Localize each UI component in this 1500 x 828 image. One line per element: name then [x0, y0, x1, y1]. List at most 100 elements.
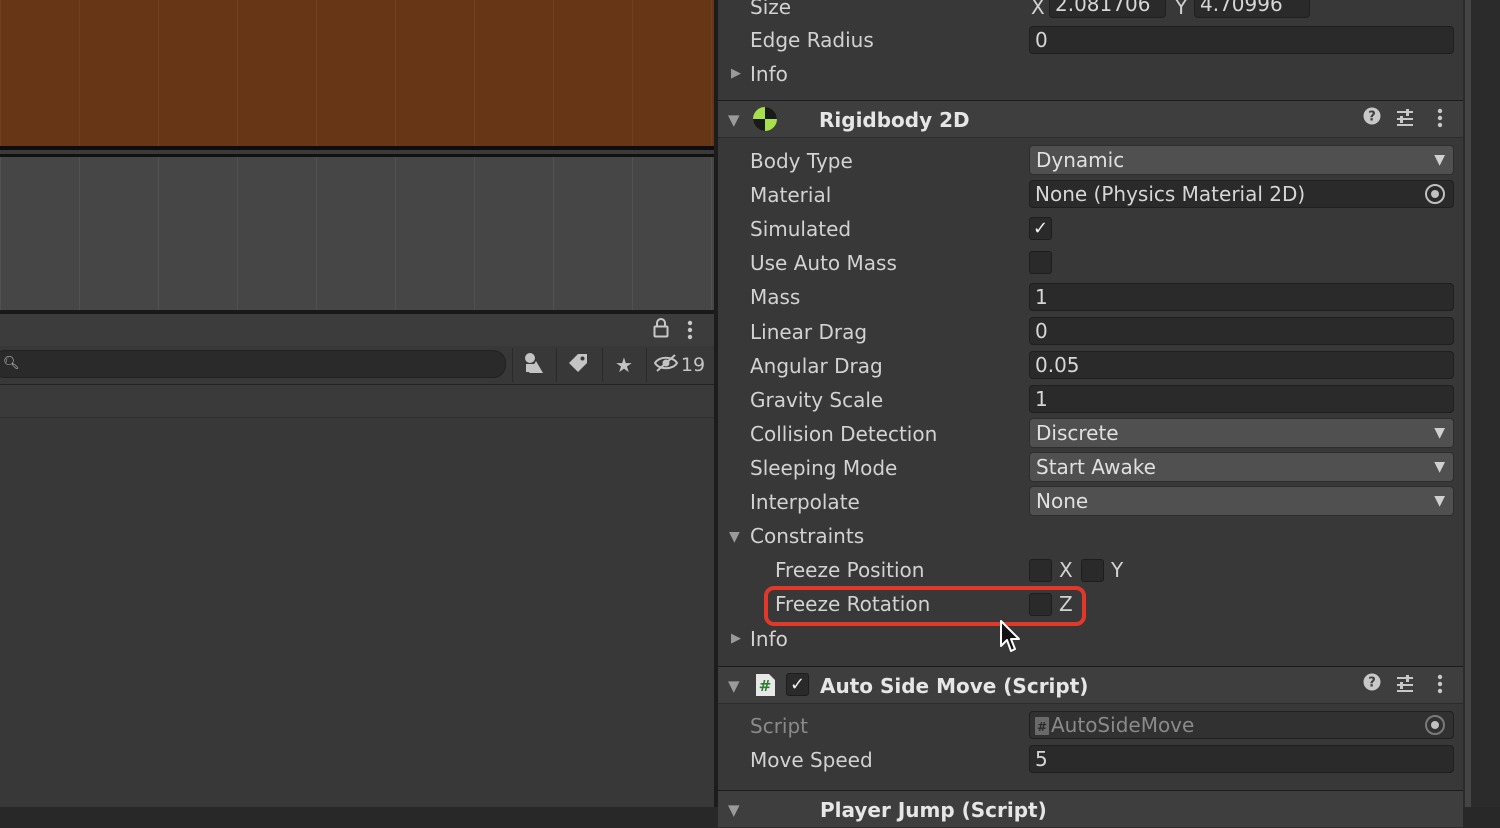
- chevron-down-icon[interactable]: ▼: [728, 677, 740, 695]
- size-x-label: X: [1031, 0, 1045, 19]
- eye-slash-icon: [653, 353, 679, 378]
- component-menu-icon[interactable]: [1436, 673, 1444, 700]
- rigidbody2d-title: Rigidbody 2D: [819, 108, 970, 132]
- dropdown-arrow-icon: ▼: [1434, 425, 1445, 441]
- script-icon: #: [754, 673, 776, 701]
- constraints-foldout[interactable]: Constraints: [750, 524, 864, 548]
- rigidbody-info-foldout[interactable]: Info: [750, 627, 788, 651]
- body-type-label: Body Type: [750, 149, 853, 173]
- freeze-position-y-label: Y: [1111, 558, 1124, 582]
- interpolate-value: None: [1036, 489, 1089, 513]
- interpolate-dropdown[interactable]: None ▼: [1029, 486, 1454, 516]
- help-icon[interactable]: ?: [1363, 107, 1381, 130]
- mass-label: Mass: [750, 285, 801, 309]
- simulated-label: Simulated: [750, 217, 852, 241]
- svg-text:#: #: [1037, 720, 1047, 734]
- hierarchy-toolbar: 🔍︎ ★ 19: [0, 346, 714, 385]
- presets-icon[interactable]: [1395, 673, 1415, 698]
- rigidbody2d-header[interactable]: ▼ Rigidbody 2D ?: [718, 100, 1463, 138]
- more-options-icon[interactable]: [686, 319, 694, 345]
- search-icon: 🔍︎: [3, 356, 20, 371]
- freeze-rotation-highlight: [764, 586, 1086, 626]
- hierarchy-subheader: [0, 385, 714, 418]
- material-value: None (Physics Material 2D): [1035, 182, 1306, 206]
- dropdown-arrow-icon: ▼: [1434, 459, 1445, 475]
- size-y-label: Y: [1175, 0, 1188, 19]
- freeze-position-y-checkbox[interactable]: [1081, 559, 1104, 582]
- dropdown-arrow-icon: ▼: [1434, 493, 1445, 509]
- filter-by-label-button[interactable]: [556, 348, 599, 382]
- svg-text:?: ?: [1368, 676, 1376, 691]
- help-icon[interactable]: ?: [1363, 673, 1381, 696]
- object-picker-icon[interactable]: [1425, 715, 1445, 735]
- body-type-value: Dynamic: [1036, 148, 1125, 172]
- rigidbody-icon: [752, 106, 778, 136]
- dropdown-arrow-icon: ▼: [1434, 152, 1445, 168]
- freeze-position-x-label: X: [1059, 558, 1073, 582]
- gravity-scale-label: Gravity Scale: [750, 388, 884, 412]
- tag-icon: [567, 352, 589, 379]
- size-label: Size: [750, 0, 792, 19]
- script-label: Script: [750, 714, 809, 738]
- scene-view[interactable]: [0, 0, 714, 310]
- linear-drag-field[interactable]: 0: [1029, 317, 1454, 345]
- chevron-down-icon[interactable]: ▼: [728, 111, 740, 129]
- constraints-foldout-icon[interactable]: ▼: [729, 529, 740, 545]
- auto-side-move-enabled-checkbox[interactable]: ✓: [786, 673, 809, 696]
- collision-detection-label: Collision Detection: [750, 422, 938, 446]
- sleeping-mode-dropdown[interactable]: Start Awake ▼: [1029, 452, 1454, 482]
- size-y-field[interactable]: 4.70996: [1194, 0, 1310, 18]
- ground-sprite: [0, 0, 714, 146]
- filter-by-type-button[interactable]: [512, 348, 555, 382]
- hierarchy-list[interactable]: [0, 418, 714, 807]
- star-icon: ★: [615, 353, 633, 377]
- mass-field[interactable]: 1: [1029, 283, 1454, 311]
- hidden-objects-button[interactable]: 19: [646, 348, 711, 382]
- lock-icon[interactable]: [653, 318, 669, 343]
- player-jump-header[interactable]: ▼ Player Jump (Script): [718, 790, 1463, 828]
- chevron-down-icon[interactable]: ▼: [728, 801, 740, 819]
- mouse-cursor-icon: [1000, 620, 1022, 658]
- simulated-checkbox[interactable]: ✓: [1029, 217, 1052, 240]
- object-picker-icon[interactable]: [1425, 184, 1445, 204]
- hidden-count: 19: [680, 354, 706, 376]
- collision-detection-dropdown[interactable]: Discrete ▼: [1029, 418, 1454, 448]
- edge-radius-field[interactable]: 0: [1029, 26, 1454, 54]
- player-jump-title: Player Jump (Script): [820, 798, 1047, 822]
- favorites-button[interactable]: ★: [602, 348, 645, 382]
- use-auto-mass-checkbox[interactable]: [1029, 251, 1052, 274]
- collision-detection-value: Discrete: [1036, 421, 1119, 445]
- edge-radius-label: Edge Radius: [750, 28, 874, 52]
- shapes-icon: [523, 352, 545, 379]
- info-foldout-arrow-icon[interactable]: ▶: [731, 66, 741, 81]
- inspector-scrollbar[interactable]: [1463, 0, 1500, 807]
- sleeping-mode-value: Start Awake: [1036, 455, 1156, 479]
- auto-side-move-title: Auto Side Move (Script): [820, 674, 1089, 698]
- move-speed-field[interactable]: 5: [1029, 745, 1454, 773]
- move-speed-label: Move Speed: [750, 748, 873, 772]
- sleeping-mode-label: Sleeping Mode: [750, 456, 898, 480]
- material-field[interactable]: None (Physics Material 2D): [1029, 180, 1454, 208]
- angular-drag-label: Angular Drag: [750, 354, 883, 378]
- auto-side-move-header[interactable]: ▼ # ✓ Auto Side Move (Script) ?: [718, 666, 1463, 704]
- script-value: AutoSideMove: [1051, 713, 1195, 737]
- component-menu-icon[interactable]: [1436, 107, 1444, 134]
- use-auto-mass-label: Use Auto Mass: [750, 251, 897, 275]
- interpolate-label: Interpolate: [750, 490, 860, 514]
- linear-drag-label: Linear Drag: [750, 320, 868, 344]
- gravity-scale-field[interactable]: 1: [1029, 385, 1454, 413]
- body-type-dropdown[interactable]: Dynamic ▼: [1029, 145, 1454, 175]
- scene-grid: [0, 157, 714, 310]
- angular-drag-field[interactable]: 0.05: [1029, 351, 1454, 379]
- collider-info-foldout[interactable]: Info: [750, 62, 788, 86]
- script-field[interactable]: # AutoSideMove: [1029, 711, 1454, 739]
- material-label: Material: [750, 183, 832, 207]
- size-x-field[interactable]: 2.081706: [1049, 0, 1166, 18]
- freeze-position-x-checkbox[interactable]: [1029, 559, 1052, 582]
- script-file-icon: #: [1035, 715, 1049, 738]
- search-input[interactable]: 🔍︎: [0, 350, 506, 378]
- freeze-position-label: Freeze Position: [775, 558, 925, 582]
- hierarchy-header: [0, 314, 714, 346]
- presets-icon[interactable]: [1395, 107, 1415, 132]
- info-foldout-arrow-icon[interactable]: ▶: [731, 631, 741, 646]
